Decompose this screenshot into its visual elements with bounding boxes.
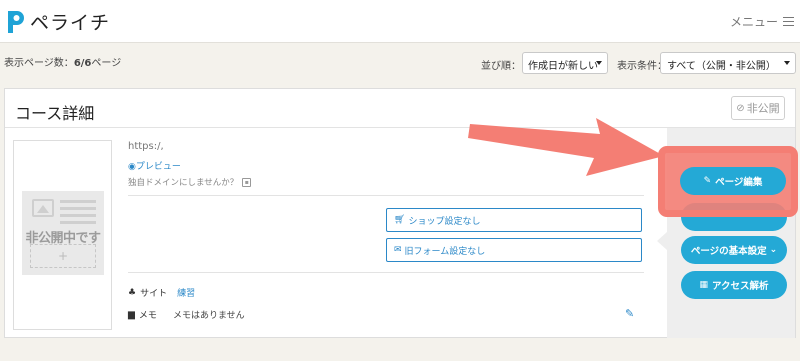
edit-page-button[interactable]: ✎ ページ編集 — [680, 167, 786, 195]
basic-settings-label: ページの基本設定 — [690, 246, 767, 257]
site-label: サイト — [140, 289, 168, 299]
book-icon: ▆ — [128, 309, 135, 320]
envelope-icon: ✉ — [394, 245, 402, 255]
divider — [128, 272, 644, 273]
thumbnail-placeholder: 非公開中です + — [22, 191, 104, 275]
site-link[interactable]: 練習 — [177, 286, 195, 299]
logo[interactable]: ペライチ — [4, 8, 110, 35]
preview-link[interactable]: ◉プレビュー — [128, 159, 181, 172]
page-count-value: 6/6 — [73, 58, 92, 69]
chevron-down-icon: ⌄ — [769, 245, 778, 255]
eye-icon: ◉ — [128, 162, 136, 172]
page-count-suffix: ページ — [91, 58, 122, 69]
menu-label: メニュー — [729, 15, 778, 29]
domain-note-text: 独自ドメインにしませんか？ — [128, 178, 239, 188]
chevron-down-icon — [596, 61, 602, 65]
top-header: ペライチ メニュー — [0, 0, 800, 43]
private-status-label: 非公開 — [746, 102, 780, 115]
memo-row: ▆ メモ メモはありません — [128, 308, 245, 322]
panel-notch — [657, 232, 667, 250]
image-icon — [32, 199, 54, 217]
sort-select[interactable]: 作成日が新しい — [522, 52, 608, 74]
cart-icon: 🛒︎ — [394, 215, 406, 225]
shop-settings-label: ショップ設定なし — [408, 216, 481, 227]
private-status-button[interactable]: ⊘ 非公開 — [731, 96, 785, 120]
divider — [128, 195, 644, 196]
page-count: 表示ページ数：6/6ページ — [4, 54, 121, 69]
memo-label: メモ — [138, 311, 157, 321]
filter-select[interactable]: すべて（公開・非公開） — [660, 52, 796, 74]
page-count-prefix: 表示ページ数： — [4, 58, 74, 69]
form-settings-button[interactable]: ✉ 旧フォーム設定なし — [386, 238, 642, 262]
memo-value: メモはありません — [172, 311, 245, 321]
sort-label: 並び順： — [481, 61, 521, 72]
page-thumbnail[interactable]: 非公開中です + — [13, 140, 112, 330]
peraichi-logo-icon — [8, 10, 24, 33]
site-row: ♣ サイト 練習 — [128, 286, 195, 300]
menu-button[interactable]: メニュー — [730, 13, 794, 30]
page-url[interactable]: https:/, — [128, 141, 164, 152]
plus-icon: + — [30, 244, 96, 268]
annotation-arrow — [468, 118, 664, 176]
access-analysis-label: アクセス解析 — [711, 281, 769, 292]
text-lines-icon — [60, 200, 96, 228]
shop-settings-button[interactable]: 🛒︎ ショップ設定なし — [386, 208, 642, 232]
pencil-icon: ✎ — [703, 176, 712, 186]
access-analysis-button[interactable]: ▦ アクセス解析 — [681, 271, 787, 299]
custom-domain-note[interactable]: 独自ドメインにしませんか？ ▪ — [128, 176, 252, 188]
lock-icon: ▪ — [242, 177, 252, 187]
page-title: コース詳細 — [15, 104, 95, 123]
hidden-eye-icon: ⊘ — [736, 102, 745, 114]
filter-value: すべて（公開・非公開） — [667, 61, 776, 72]
edit-page-label: ページ編集 — [715, 177, 763, 188]
sort-value: 作成日が新しい — [528, 61, 598, 72]
chart-icon: ▦ — [699, 280, 708, 290]
hamburger-icon — [783, 17, 794, 26]
preview-label: プレビュー — [135, 162, 181, 172]
edit-memo-pencil-icon[interactable]: ✎ — [625, 307, 634, 320]
chevron-down-icon — [784, 61, 790, 65]
form-settings-label: 旧フォーム設定なし — [404, 246, 486, 257]
page-basic-settings-button[interactable]: ページの基本設定 ⌄ — [681, 236, 787, 264]
sitemap-icon: ♣ — [128, 287, 137, 298]
logo-text: ペライチ — [30, 12, 111, 34]
